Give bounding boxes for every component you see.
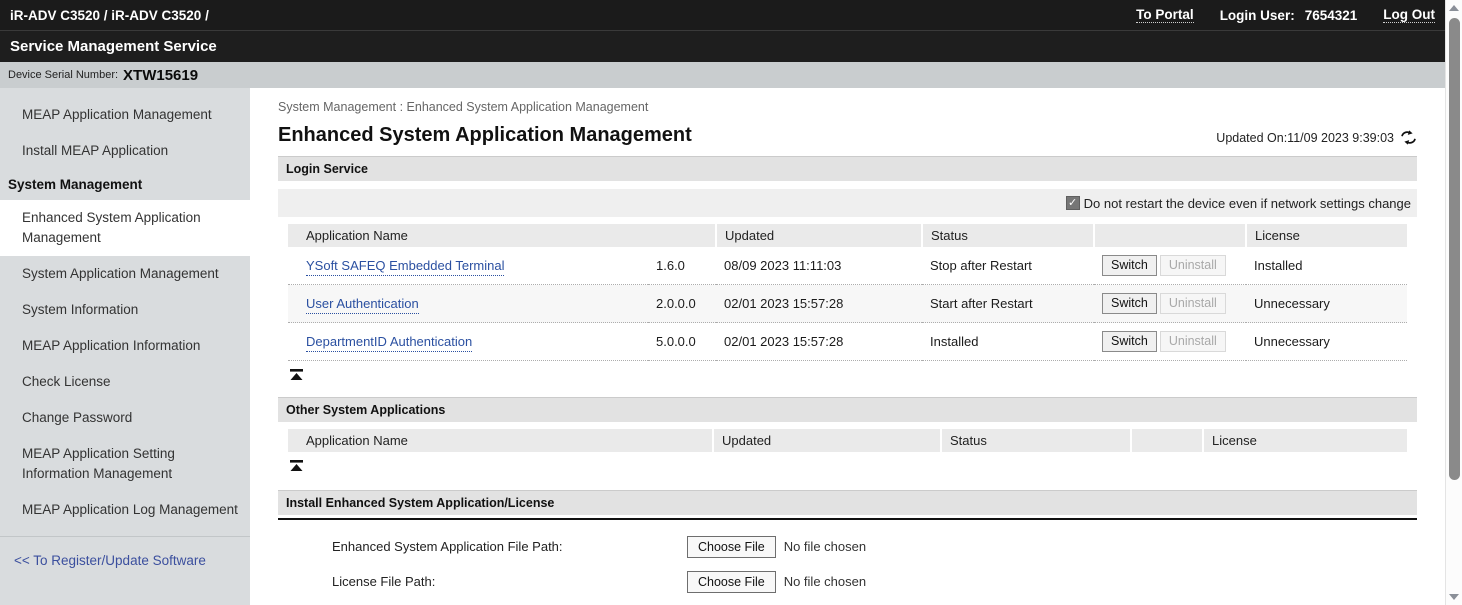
- uninstall-button: Uninstall: [1160, 255, 1226, 276]
- col-license: License: [1246, 224, 1407, 247]
- device-title: iR-ADV C3520 / iR-ADV C3520 /: [10, 8, 209, 23]
- scrollbar-up-arrow[interactable]: [1446, 0, 1462, 16]
- col-application-name: Application Name: [288, 429, 713, 452]
- to-portal-link[interactable]: To Portal: [1136, 7, 1194, 23]
- top-device-bar: iR-ADV C3520 / iR-ADV C3520 / To Portal …: [0, 0, 1445, 30]
- switch-button[interactable]: Switch: [1102, 293, 1157, 314]
- login-user-value: 7654321: [1305, 8, 1358, 23]
- do-not-restart-label: Do not restart the device even if networ…: [1084, 196, 1411, 211]
- app-version: 2.0.0.0: [648, 285, 716, 323]
- sms-window: iR-ADV C3520 / iR-ADV C3520 / To Portal …: [0, 0, 1462, 605]
- sidebar-item-meap-application-setting-information-management[interactable]: MEAP Application Setting Information Man…: [0, 436, 250, 492]
- main-content: System Management : Enhanced System Appl…: [250, 88, 1445, 605]
- sidebar-item-system-information[interactable]: System Information: [0, 292, 250, 328]
- table-row: YSoft SAFEQ Embedded Terminal 1.6.0 08/0…: [288, 247, 1407, 285]
- sidebar-item-meap-application-management[interactable]: MEAP Application Management: [0, 97, 250, 133]
- app-version: 5.0.0.0: [648, 323, 716, 361]
- col-updated: Updated: [716, 224, 922, 247]
- app-version: 1.6.0: [648, 247, 716, 285]
- breadcrumb: System Management : Enhanced System Appl…: [278, 88, 1417, 114]
- col-spacer: [1131, 429, 1203, 452]
- to-register-update-software-link[interactable]: << To Register/Update Software: [0, 537, 250, 576]
- table-row: DepartmentID Authentication 5.0.0.0 02/0…: [288, 323, 1407, 361]
- login-user-label: Login User:: [1220, 8, 1295, 23]
- scrollbar-thumb[interactable]: [1449, 18, 1460, 480]
- file-status-license: No file chosen: [784, 571, 866, 589]
- section-login-service: Login Service: [278, 156, 1417, 181]
- file-status-application: No file chosen: [784, 536, 866, 554]
- col-status: Status: [922, 224, 1094, 247]
- app-link-ysoft-safeq[interactable]: YSoft SAFEQ Embedded Terminal: [306, 258, 504, 276]
- col-status: Status: [941, 429, 1131, 452]
- app-updated: 02/01 2023 15:57:28: [716, 285, 922, 323]
- col-updated: Updated: [713, 429, 941, 452]
- app-link-user-authentication[interactable]: User Authentication: [306, 296, 419, 314]
- col-license: License: [1203, 429, 1407, 452]
- table-row: User Authentication 2.0.0.0 02/01 2023 1…: [288, 285, 1407, 323]
- uninstall-button: Uninstall: [1160, 293, 1226, 314]
- other-apps-table: Application Name Updated Status License: [288, 429, 1407, 452]
- scroll-to-top-icon[interactable]: [290, 458, 303, 476]
- sidebar-item-meap-application-log-management[interactable]: MEAP Application Log Management: [0, 492, 250, 528]
- col-application-name: Application Name: [288, 224, 716, 247]
- switch-button[interactable]: Switch: [1102, 331, 1157, 352]
- sidebar-item-change-password[interactable]: Change Password: [0, 400, 250, 436]
- uninstall-button: Uninstall: [1160, 331, 1226, 352]
- sidebar-item-check-license[interactable]: Check License: [0, 364, 250, 400]
- serial-value: XTW15619: [123, 67, 198, 84]
- app-status: Stop after Restart: [922, 247, 1094, 285]
- app-status: Start after Restart: [922, 285, 1094, 323]
- logout-link[interactable]: Log Out: [1383, 7, 1435, 23]
- sidebar-item-install-meap-application[interactable]: Install MEAP Application: [0, 133, 250, 169]
- serial-label: Device Serial Number:: [8, 69, 118, 81]
- switch-button[interactable]: Switch: [1102, 255, 1157, 276]
- sidebar-item-system-application-management[interactable]: System Application Management: [0, 256, 250, 292]
- scroll-to-top-icon[interactable]: [290, 367, 303, 385]
- app-title: Service Management Service: [10, 38, 217, 55]
- section-install-enhanced-system-application: Install Enhanced System Application/Lice…: [278, 490, 1417, 515]
- serial-bar: Device Serial Number: XTW15619: [0, 62, 1445, 88]
- enhanced-app-file-path-label: Enhanced System Application File Path:: [332, 536, 687, 554]
- login-service-table: Application Name Updated Status License …: [288, 224, 1407, 361]
- table-header-row: Application Name Updated Status License: [288, 429, 1407, 452]
- page: iR-ADV C3520 / iR-ADV C3520 / To Portal …: [0, 0, 1445, 605]
- app-updated: 02/01 2023 15:57:28: [716, 323, 922, 361]
- section-other-system-applications: Other System Applications: [278, 397, 1417, 422]
- col-actions: [1094, 224, 1246, 247]
- restart-checkbox-row: ✓ Do not restart the device even if netw…: [278, 189, 1417, 217]
- app-license: Unnecessary: [1246, 285, 1407, 323]
- app-link-departmentid-authentication[interactable]: DepartmentID Authentication: [306, 334, 472, 352]
- page-title: Enhanced System Application Management: [278, 124, 692, 147]
- table-header-row: Application Name Updated Status License: [288, 224, 1407, 247]
- choose-file-button-license[interactable]: Choose File: [687, 571, 776, 593]
- choose-file-button-application[interactable]: Choose File: [687, 536, 776, 558]
- app-title-bar: Service Management Service: [0, 30, 1445, 62]
- sidebar-item-meap-application-information[interactable]: MEAP Application Information: [0, 328, 250, 364]
- sidebar: MEAP Application Management Install MEAP…: [0, 88, 250, 605]
- app-license: Installed: [1246, 247, 1407, 285]
- sidebar-section-system-management: System Management: [0, 169, 250, 200]
- updated-on-text: Updated On:11/09 2023 9:39:03: [1216, 131, 1394, 145]
- scrollbar-down-arrow[interactable]: [1446, 589, 1462, 605]
- license-file-path-label: License File Path:: [332, 571, 687, 589]
- sidebar-item-enhanced-system-application-management[interactable]: Enhanced System Application Management: [0, 200, 250, 256]
- app-license: Unnecessary: [1246, 323, 1407, 361]
- vertical-scrollbar[interactable]: [1445, 0, 1462, 605]
- app-status: Installed: [922, 323, 1094, 361]
- do-not-restart-checkbox[interactable]: ✓: [1066, 196, 1080, 210]
- refresh-icon[interactable]: [1400, 130, 1417, 145]
- app-updated: 08/09 2023 11:11:03: [716, 247, 922, 285]
- install-form: Enhanced System Application File Path: C…: [278, 520, 1417, 605]
- scrollbar-track[interactable]: [1446, 16, 1462, 589]
- login-user: Login User: 7654321: [1220, 8, 1358, 23]
